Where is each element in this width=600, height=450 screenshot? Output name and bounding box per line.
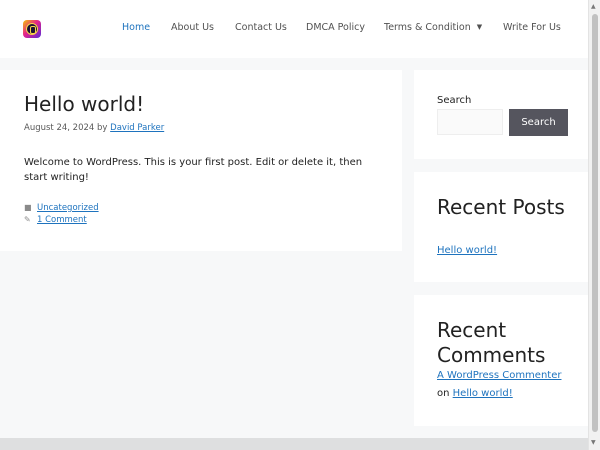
nav-item-label: Terms & Condition: [384, 22, 471, 33]
comment-icon: ✎: [24, 215, 31, 224]
scrollbar-thumb[interactable]: [592, 14, 598, 432]
nav-item-contact-us[interactable]: Contact Us: [235, 22, 287, 33]
scroll-down-icon[interactable]: ▼: [591, 439, 596, 446]
comments-link[interactable]: 1 Comment: [37, 215, 87, 225]
post-content: Welcome to WordPress. This is your first…: [24, 157, 363, 183]
nav-item-write-for-us[interactable]: Write For Us: [503, 22, 561, 33]
recent-posts-widget: [414, 172, 588, 282]
chevron-down-icon: ▼: [476, 23, 483, 31]
recent-post-link[interactable]: Hello world!: [437, 245, 497, 256]
post-title[interactable]: Hello world!: [24, 92, 144, 116]
recent-comments-title: Recent Comments: [437, 318, 546, 367]
nav-item-dmca-policy[interactable]: DMCA Policy: [306, 22, 365, 33]
comment-on-text: on: [437, 388, 450, 399]
recent-posts-title: Recent Posts: [437, 195, 565, 219]
nav-item-terms-condition[interactable]: Terms & Condition ▼: [384, 22, 482, 33]
nav-item-about-us[interactable]: About Us: [171, 22, 214, 33]
post-author-link[interactable]: David Parker: [110, 123, 164, 133]
post-date: August 24, 2024: [24, 123, 95, 133]
search-label: Search: [437, 95, 472, 106]
post-comments: ✎ 1 Comment: [24, 215, 87, 225]
folder-icon: ■: [24, 203, 32, 212]
comment-post-link[interactable]: Hello world!: [453, 388, 513, 399]
logo-icon[interactable]: [23, 20, 41, 38]
post-meta: August 24, 2024 by David Parker: [24, 123, 164, 133]
nav-item-home[interactable]: Home: [122, 22, 150, 33]
post-by: by: [97, 123, 108, 133]
site-header: Home About Us Contact Us DMCA Policy Ter…: [0, 0, 588, 58]
search-input[interactable]: [437, 109, 503, 135]
vertical-scrollbar[interactable]: ▲ ▼: [588, 0, 600, 450]
comment-author-link[interactable]: A WordPress Commenter: [437, 370, 561, 381]
scroll-up-icon[interactable]: ▲: [591, 3, 596, 10]
post-category: ■ Uncategorized: [24, 203, 99, 213]
footer-strip: [0, 438, 588, 450]
category-link[interactable]: Uncategorized: [37, 203, 99, 213]
search-button[interactable]: Search: [509, 109, 568, 136]
comment-entry: on Hello world!: [437, 388, 513, 399]
